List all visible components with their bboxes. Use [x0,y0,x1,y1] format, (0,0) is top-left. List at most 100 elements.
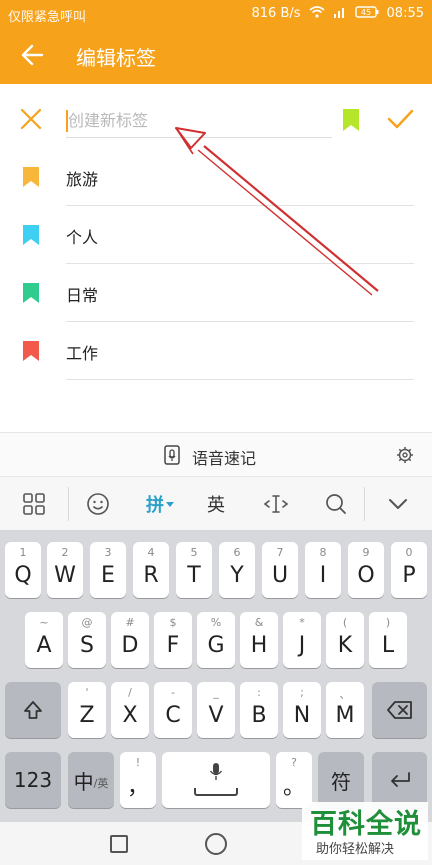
numbers-key[interactable]: 123 [5,752,61,808]
key-e[interactable]: 3E [90,542,126,598]
watermark-subtitle: 助你轻松解决 [316,842,395,857]
signal-icon [333,6,347,21]
enter-key[interactable] [372,752,427,808]
back-button[interactable] [18,40,48,70]
key-q[interactable]: 1Q [5,542,41,598]
battery-icon: 45 [354,6,379,21]
tag-item-personal[interactable]: 个人 [0,206,432,264]
key-m[interactable]: 、 M [326,682,364,738]
comma-key[interactable]: !， [120,752,156,808]
key-r[interactable]: 4R [133,542,169,598]
grid-icon [23,493,45,515]
gear-icon[interactable] [396,446,414,464]
tag-list: 旅游 个人 日常 工作 [0,148,432,380]
tag-item-work[interactable]: 工作 [0,322,432,380]
bookmark-icon [23,167,39,187]
dropdown-triangle-icon [166,502,174,507]
english-label: 英 [207,495,225,516]
pinyin-mode-button[interactable]: 拼 [140,487,180,521]
key-z[interactable]: ' Z [68,682,106,738]
status-right: 816 B/s 45 08:55 [252,6,425,21]
soft-keyboard: 1Q 2W 3E 4R 5T 6Y 7U 8I 9O 0P ~ A @ S # D $… [0,530,432,822]
key-s[interactable]: @ S [68,612,106,668]
divider [66,379,414,380]
key-d[interactable]: # D [111,612,149,668]
key-u[interactable]: 7U [262,542,298,598]
enter-arrow-icon [390,772,410,787]
key-v[interactable]: _ V [197,682,235,738]
tag-color-picker[interactable] [342,108,360,132]
emoji-button[interactable] [82,487,114,521]
check-icon [387,109,414,129]
tag-label: 工作 [66,344,99,363]
tag-label: 旅游 [66,170,99,189]
smiley-icon [87,493,109,515]
symbols-key[interactable]: 符 [318,752,364,808]
ime-menu-button[interactable] [18,487,50,521]
cancel-button[interactable] [18,106,44,132]
cursor-move-button[interactable] [260,487,292,521]
key-l[interactable]: ) L [369,612,407,668]
search-button[interactable] [320,487,352,521]
key-w[interactable]: 2W [47,542,83,598]
search-icon [326,494,346,514]
divider [364,487,365,521]
wifi-icon [309,6,325,21]
network-speed: 816 B/s [251,6,301,21]
space-key[interactable] [162,752,270,808]
text-caret [66,110,68,132]
space-bar-glyph [194,788,238,796]
back-arrow-icon [21,44,44,66]
recent-apps-button[interactable] [110,835,128,853]
status-bar: 仅限紧急呼叫 816 B/s 45 08:55 [0,0,432,28]
new-tag-input[interactable] [66,104,332,138]
ime-toolbar: 拼 英 [0,476,432,530]
key-h[interactable]: & H [240,612,278,668]
shift-key[interactable] [5,682,61,738]
new-tag-row [0,84,432,156]
key-n[interactable]: ; N [283,682,321,738]
key-i[interactable]: 8I [305,542,341,598]
backspace-key[interactable] [372,682,427,738]
key-o[interactable]: 9O [348,542,384,598]
english-mode-button[interactable]: 英 [200,487,232,521]
divider [68,487,69,521]
tag-label: 个人 [66,228,99,247]
key-g[interactable]: % G [197,612,235,668]
microphone-icon [162,762,270,782]
bookmark-icon [343,109,359,131]
hide-keyboard-button[interactable] [382,487,414,521]
tag-label: 日常 [66,286,99,305]
voice-note-icon [164,445,180,465]
key-p[interactable]: 0P [391,542,427,598]
tag-item-daily[interactable]: 日常 [0,264,432,322]
chevron-down-icon [389,499,407,509]
pinyin-label: 拼 [146,495,164,516]
status-time: 08:55 [386,6,424,21]
status-emergency-text: 仅限紧急呼叫 [8,10,87,25]
key-a[interactable]: ~ A [25,612,63,668]
period-key[interactable]: ?。 [276,752,312,808]
bookmark-icon [23,283,39,303]
tag-item-travel[interactable]: 旅游 [0,148,432,206]
battery-level: 45 [360,8,370,17]
voice-note-bar[interactable]: 语音速记 [0,432,432,476]
key-y[interactable]: 6Y [219,542,255,598]
key-j[interactable]: * J [283,612,321,668]
watermark-title: 百科全说 [310,809,422,840]
key-b[interactable]: :B [240,682,278,738]
key-f[interactable]: $ F [154,612,192,668]
key-x[interactable]: / X [111,682,149,738]
key-c[interactable]: -C [154,682,192,738]
page-title: 编辑标签 [76,46,156,70]
watermark-logo: 百科全说 助你轻松解决 [302,802,428,860]
bookmark-icon [23,225,39,245]
backspace-icon [386,701,412,719]
close-icon [20,108,42,130]
key-k[interactable]: (K [326,612,364,668]
language-switch-key[interactable]: 中/英 [68,752,114,808]
home-button[interactable] [205,833,227,855]
confirm-button[interactable] [386,106,414,132]
shift-arrow-icon [24,701,42,719]
key-t[interactable]: 5T [176,542,212,598]
